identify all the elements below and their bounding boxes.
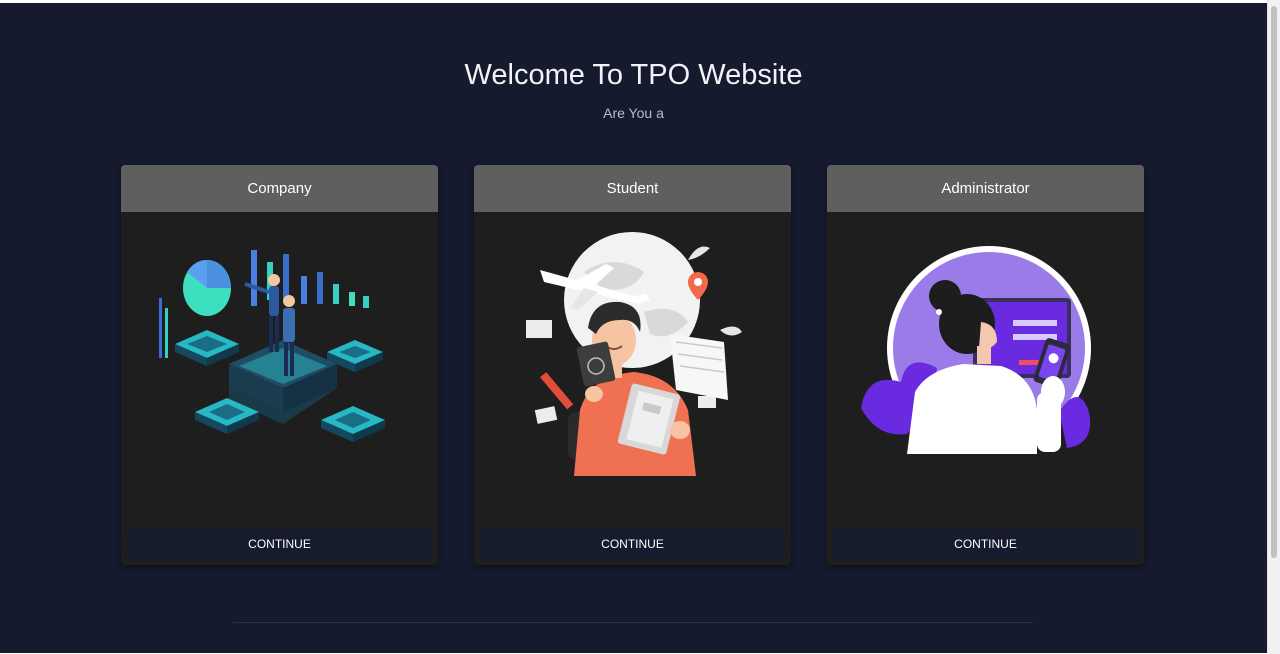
card-title: Company: [121, 165, 438, 212]
administrator-card: Administrator CONTINUE: [827, 165, 1144, 565]
company-continue-button[interactable]: CONTINUE: [127, 529, 432, 559]
administrator-continue-button[interactable]: CONTINUE: [833, 529, 1138, 559]
vertical-scrollbar[interactable]: [1267, 0, 1280, 654]
student-illustration: [474, 212, 791, 526]
scrollbar-thumb[interactable]: [1271, 6, 1277, 558]
page-background: Welcome To TPO Website Are You a Company: [0, 3, 1267, 653]
card-title: Student: [474, 165, 791, 212]
student-card: Student CONTINUE: [474, 165, 791, 565]
administrator-illustration: [827, 212, 1144, 526]
page-subtitle: Are You a: [603, 105, 664, 121]
card-title: Administrator: [827, 165, 1144, 212]
student-continue-button[interactable]: CONTINUE: [480, 529, 785, 559]
footer-divider: [233, 622, 1033, 623]
page-title: Welcome To TPO Website: [464, 59, 803, 91]
company-illustration: [121, 212, 438, 526]
company-card: Company CONTINUE: [121, 165, 438, 565]
